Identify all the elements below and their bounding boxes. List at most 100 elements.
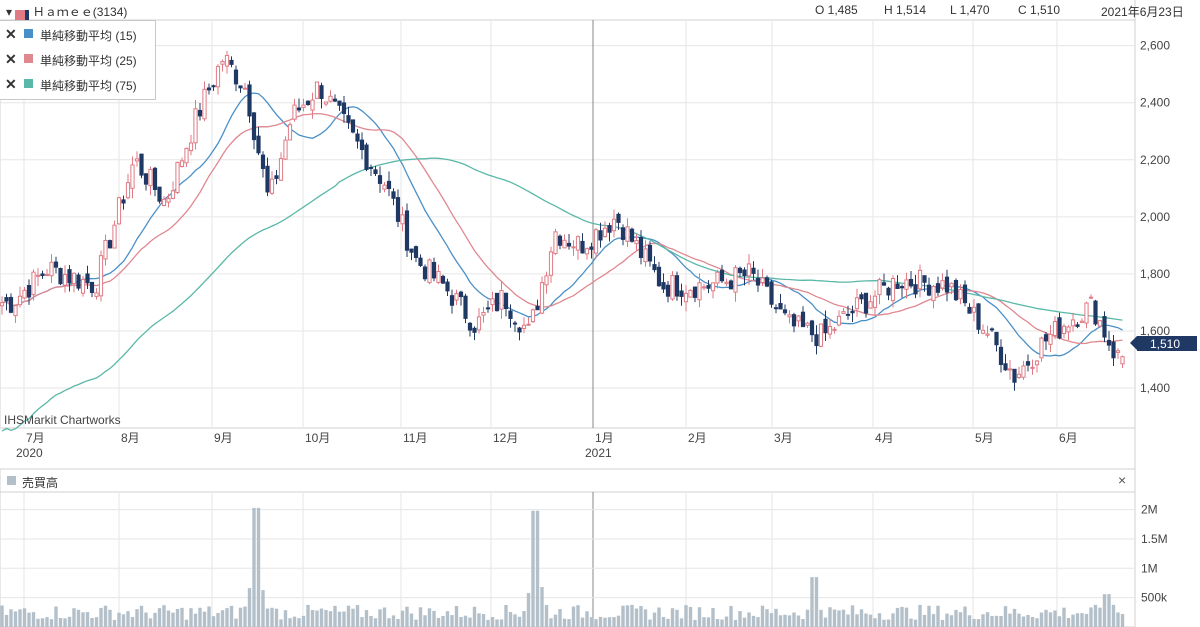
volume-bar <box>310 610 315 627</box>
candle <box>368 164 374 177</box>
candle <box>1088 294 1094 299</box>
candle-body <box>476 316 482 331</box>
volume-bar <box>153 612 157 627</box>
candle-body <box>841 311 846 314</box>
symbol-name: Ｈａｍｅｅ(3134) <box>32 5 128 19</box>
candle-body <box>256 135 261 154</box>
candle <box>40 270 45 279</box>
volume-bar <box>135 609 139 627</box>
candle-body <box>260 154 266 169</box>
candle-body <box>409 248 414 253</box>
remove-ma15-icon[interactable]: ✕ <box>5 26 17 43</box>
volume-bar <box>769 613 774 627</box>
candle-body <box>1039 337 1044 359</box>
remove-ma75-icon[interactable]: ✕ <box>5 76 17 93</box>
candle-body <box>413 246 419 258</box>
candle <box>607 222 612 242</box>
candle <box>89 281 95 298</box>
candle <box>904 272 909 299</box>
volume-bar <box>63 618 67 627</box>
volume-bar <box>949 615 954 627</box>
candle <box>175 161 180 194</box>
volume-bar <box>1075 613 1080 627</box>
candle-body <box>166 198 171 203</box>
remove-ma25-icon[interactable]: ✕ <box>5 51 17 68</box>
volume-bar <box>207 606 211 627</box>
volume-bar <box>1120 614 1125 627</box>
candle <box>679 283 684 306</box>
volume-bar <box>333 605 337 627</box>
candle <box>413 245 419 263</box>
candle-body <box>431 261 437 279</box>
candle <box>1111 335 1116 367</box>
candle-body <box>643 248 648 263</box>
candle-body <box>391 191 396 199</box>
candle-body <box>931 286 936 302</box>
volume-bar <box>544 605 549 627</box>
candle <box>1043 331 1049 350</box>
candle-body <box>449 295 455 306</box>
candle-body <box>71 272 77 285</box>
candle-body <box>1016 373 1022 379</box>
candle-body <box>445 281 450 292</box>
candle <box>449 289 455 314</box>
candle-body <box>364 144 369 170</box>
volume-bar <box>4 614 9 627</box>
candle <box>148 166 153 196</box>
candle <box>769 279 774 308</box>
candle-body <box>314 81 320 99</box>
candle-body <box>472 327 477 333</box>
volume-bar <box>472 606 477 627</box>
volume-bar <box>643 609 648 627</box>
last-price-value: 1,510 <box>1150 337 1181 351</box>
candle-body <box>373 169 378 174</box>
candle <box>139 153 144 179</box>
candle <box>1070 312 1076 332</box>
volume-bar <box>396 618 400 627</box>
candle <box>341 96 347 123</box>
candle <box>328 90 333 103</box>
volume-bar <box>877 613 882 627</box>
candle <box>512 320 518 332</box>
volume-bar <box>1116 612 1120 627</box>
candle <box>224 50 230 74</box>
candle-body <box>976 303 981 330</box>
volume-bar <box>531 510 535 627</box>
candle-body <box>890 278 896 302</box>
close-volume-panel-icon[interactable]: × <box>1118 472 1126 488</box>
volume-bar <box>504 604 508 627</box>
volume-bar <box>562 618 567 627</box>
candle-body <box>674 275 680 297</box>
volume-bar <box>391 615 396 627</box>
volume-bar <box>657 607 661 627</box>
volume-bar <box>427 608 432 627</box>
candle <box>71 272 77 293</box>
volume-bar <box>499 619 504 627</box>
symbol-dropdown[interactable]: ▾ Ｈａｍｅｅ(3134) <box>6 3 127 20</box>
candle-body <box>323 101 329 105</box>
candle-body <box>746 263 752 277</box>
candle-body <box>1115 350 1121 353</box>
volume-bar <box>661 616 666 627</box>
candle-body <box>287 124 293 141</box>
volume-panel-frame <box>0 468 1136 627</box>
candle <box>535 299 540 311</box>
candle-body <box>274 175 279 179</box>
candle-body <box>13 305 18 317</box>
candle <box>445 278 450 296</box>
volume-bar <box>1062 607 1066 627</box>
candle <box>1079 318 1085 323</box>
volume-bar <box>918 604 922 627</box>
month-tick-label: 5月 <box>975 431 994 445</box>
candle-body <box>251 112 257 141</box>
candle-body <box>359 139 365 151</box>
volume-bar <box>490 616 495 627</box>
candle-body <box>764 277 770 287</box>
candle-body <box>580 240 585 254</box>
candle-body <box>386 180 392 190</box>
candle-body <box>1003 363 1008 371</box>
candle <box>440 274 446 285</box>
candle <box>382 181 387 193</box>
candle-body <box>305 100 311 106</box>
candle <box>301 98 306 112</box>
